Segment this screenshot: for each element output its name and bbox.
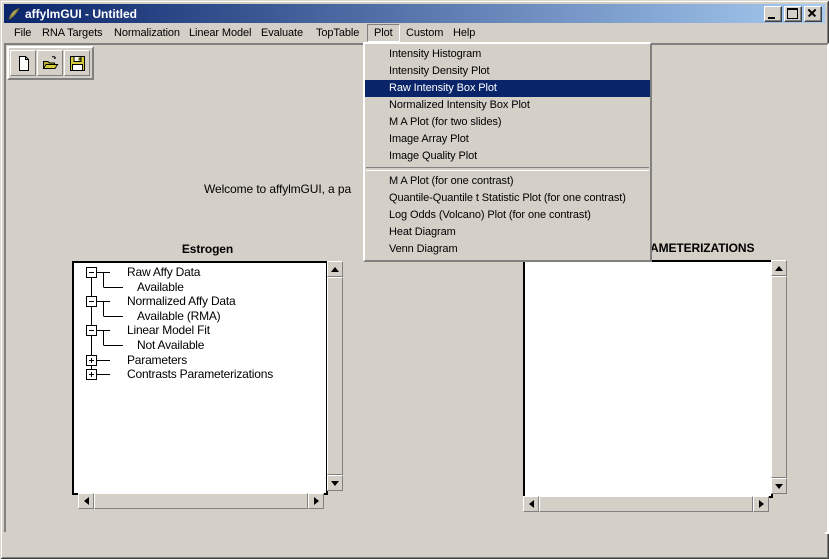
menu-item-image-array-plot[interactable]: Image Array Plot — [365, 131, 650, 148]
tree-item-linear-model-fit[interactable]: Linear Model Fit — [127, 323, 210, 337]
menu-separator — [366, 167, 649, 171]
menu-help[interactable]: Help — [453, 25, 475, 41]
menu-item-normalized-intensity-box-plot[interactable]: Normalized Intensity Box Plot — [365, 97, 650, 114]
plot-dropdown-menu: Intensity Histogram Intensity Density Pl… — [363, 42, 652, 262]
open-folder-icon — [42, 55, 59, 72]
maximize-icon[interactable] — [784, 6, 802, 22]
scrollbar-left-button[interactable] — [78, 493, 94, 509]
tree-expand-toggle[interactable] — [86, 355, 97, 366]
tree-collapse-toggle[interactable] — [86, 296, 97, 307]
scrollbar-thumb[interactable] — [327, 277, 343, 475]
tree-item-normalized-affy-data[interactable]: Normalized Affy Data — [127, 294, 236, 308]
feather-app-icon — [6, 7, 22, 21]
close-icon[interactable] — [804, 6, 822, 22]
menu-custom[interactable]: Custom — [406, 25, 443, 41]
menu-item-heat-diagram[interactable]: Heat Diagram — [365, 224, 650, 241]
down-arrow-icon — [331, 481, 339, 486]
menu-file[interactable]: File — [14, 25, 31, 41]
menu-item-ma-plot-one-contrast[interactable]: M A Plot (for one contrast) — [365, 173, 650, 190]
menu-item-qq-t-statistic-plot[interactable]: Quantile-Quantile t Statistic Plot (for … — [365, 190, 650, 207]
scrollbar-down-button[interactable] — [327, 475, 343, 491]
up-arrow-icon — [775, 266, 783, 271]
up-arrow-icon — [331, 267, 339, 272]
scrollbar-thumb[interactable] — [539, 496, 753, 512]
scrollbar-right-button[interactable] — [308, 493, 324, 509]
menu-item-venn-diagram[interactable]: Venn Diagram — [365, 241, 650, 258]
open-file-button[interactable] — [37, 50, 63, 76]
right-arrow-icon — [759, 500, 764, 508]
left-arrow-icon — [84, 497, 89, 505]
menu-toptable[interactable]: TopTable — [316, 25, 359, 41]
listbox-horizontal-scrollbar[interactable] — [523, 496, 769, 512]
window-controls — [764, 6, 822, 22]
window-title: affylmGUI - Untitled — [25, 7, 137, 21]
tree-vertical-scrollbar[interactable] — [327, 261, 343, 491]
down-arrow-icon — [775, 484, 783, 489]
scrollbar-left-button[interactable] — [523, 496, 539, 512]
menu-evaluate[interactable]: Evaluate — [261, 25, 303, 41]
tree-item-contrasts-parameterizations[interactable]: Contrasts Parameterizations — [127, 367, 273, 381]
application-window: affylmGUI - Untitled File RNA Targets No… — [0, 0, 829, 559]
listbox-vertical-scrollbar[interactable] — [771, 260, 787, 494]
tree-expand-toggle[interactable] — [86, 369, 97, 380]
save-floppy-icon — [69, 55, 86, 72]
menu-normalization[interactable]: Normalization — [114, 25, 180, 41]
menu-item-raw-intensity-box-plot[interactable]: Raw Intensity Box Plot — [365, 80, 650, 97]
menu-rna-targets[interactable]: RNA Targets — [42, 25, 102, 41]
minimize-icon[interactable] — [764, 6, 782, 22]
tree-item-raw-affy-data[interactable]: Raw Affy Data — [127, 265, 200, 279]
tree-item-normalized-status[interactable]: Available (RMA) — [137, 309, 220, 323]
save-file-button[interactable] — [64, 50, 90, 76]
scrollbar-thumb[interactable] — [94, 493, 308, 509]
right-panel-title-visible: AMETERIZATIONS — [650, 241, 754, 255]
left-arrow-icon — [529, 500, 534, 508]
menu-item-image-quality-plot[interactable]: Image Quality Plot — [365, 148, 650, 165]
tree-item-parameters[interactable]: Parameters — [127, 353, 187, 367]
status-tree-canvas[interactable]: Raw Affy Data Available Normalized Affy … — [72, 261, 328, 495]
tree-collapse-toggle[interactable] — [86, 325, 97, 336]
contrasts-listbox[interactable] — [523, 260, 773, 498]
title-bar[interactable]: affylmGUI - Untitled — [4, 4, 825, 23]
scrollbar-thumb[interactable] — [771, 276, 787, 478]
tree-collapse-toggle[interactable] — [86, 267, 97, 278]
new-document-icon — [15, 55, 32, 72]
scrollbar-right-button[interactable] — [753, 496, 769, 512]
tree-item-linear-model-status[interactable]: Not Available — [137, 338, 204, 352]
tree-horizontal-scrollbar[interactable] — [78, 493, 324, 509]
scrollbar-up-button[interactable] — [327, 261, 343, 277]
new-file-button[interactable] — [10, 50, 36, 76]
scrollbar-down-button[interactable] — [771, 478, 787, 494]
menu-item-ma-plot-two-slides[interactable]: M A Plot (for two slides) — [365, 114, 650, 131]
left-panel-title: Estrogen — [72, 242, 343, 256]
menu-item-intensity-density-plot[interactable]: Intensity Density Plot — [365, 63, 650, 80]
menu-linear-model[interactable]: Linear Model — [189, 25, 251, 41]
toolbar — [7, 46, 94, 80]
tree-item-raw-affy-status[interactable]: Available — [137, 280, 184, 294]
menu-bar: File RNA Targets Normalization Linear Mo… — [4, 23, 825, 43]
right-arrow-icon — [314, 497, 319, 505]
menu-item-log-odds-volcano-plot[interactable]: Log Odds (Volcano) Plot (for one contras… — [365, 207, 650, 224]
scrollbar-up-button[interactable] — [771, 260, 787, 276]
welcome-text: Welcome to affylmGUI, a pa — [204, 182, 351, 196]
menu-item-intensity-histogram[interactable]: Intensity Histogram — [365, 46, 650, 63]
status-bar-area — [4, 532, 825, 555]
menu-plot[interactable]: Plot — [367, 24, 400, 42]
